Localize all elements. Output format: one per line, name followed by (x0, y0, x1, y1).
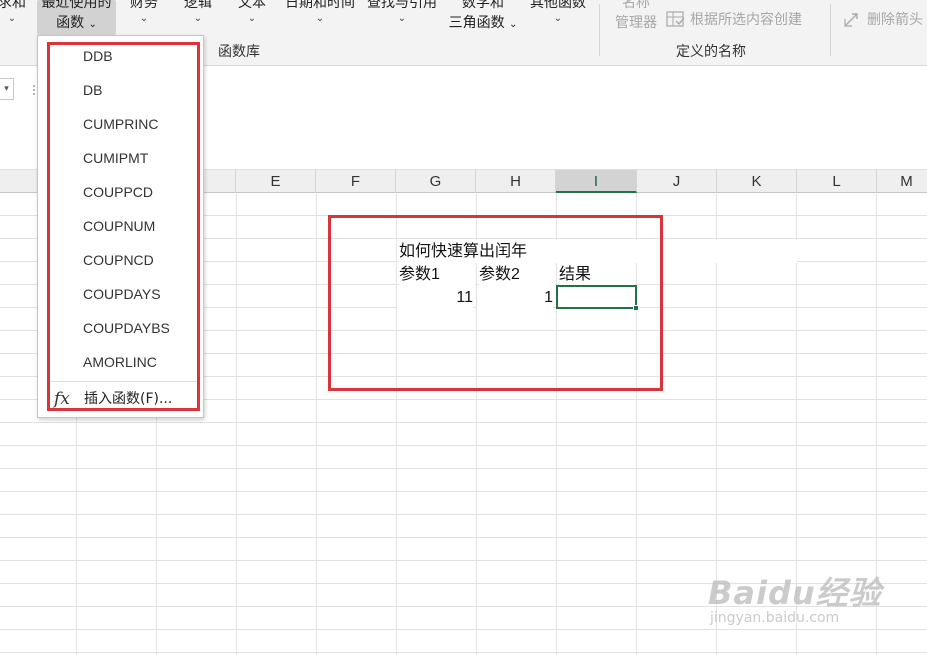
math-trig-button[interactable]: 数学和 三角函数 ⌄ (446, 0, 520, 35)
baidu-jingyan-watermark: Baidu经验 jingyan.baidu.com (708, 568, 882, 626)
financial-button[interactable]: 财务 ⌄ (124, 0, 164, 25)
math-line2: 三角函数 ⌄ (448, 15, 518, 31)
column-header-f[interactable]: F (316, 170, 396, 193)
group-divider (599, 4, 600, 56)
column-header-e[interactable]: E (236, 170, 316, 193)
more-functions-button[interactable]: 其他函数 ⌄ (525, 0, 591, 25)
column-header-k[interactable]: K (717, 170, 797, 193)
lookup-reference-button[interactable]: 查找与引用 ⌄ (363, 0, 441, 25)
logical-button[interactable]: 逻辑 ⌄ (178, 0, 218, 25)
watermark-url: jingyan.baidu.com (710, 610, 840, 626)
column-header-g[interactable]: G (396, 170, 476, 193)
remove-arrows-button[interactable]: 删除箭头 (843, 9, 923, 29)
recent-functions-line2: 函数 ⌄ (56, 15, 97, 31)
annotation-box-data (328, 215, 663, 391)
datetime-button[interactable]: 日期和时间 ⌄ (282, 0, 358, 25)
create-from-selection-button[interactable]: 根据所选内容创建 (666, 9, 802, 29)
column-header-j[interactable]: J (637, 170, 717, 193)
column-header-l[interactable]: L (797, 170, 877, 193)
column-header-i[interactable]: I (556, 170, 637, 193)
text-functions-button[interactable]: 文本 ⌄ (232, 0, 272, 25)
annotation-box-dropdown (47, 42, 200, 411)
create-from-selection-icon (666, 11, 685, 27)
defined-names-group-label: 定义的名称 (676, 44, 746, 60)
name-manager-button[interactable]: 名称 管理器 (608, 0, 664, 33)
recently-used-functions-button[interactable]: 最近使用的 函数 ⌄ (37, 0, 116, 35)
name-box-dropdown-icon[interactable]: ▾ (0, 78, 14, 100)
group-divider (830, 4, 831, 56)
function-library-group-label: 函数库 (218, 44, 260, 60)
column-header-m[interactable]: M (877, 170, 927, 193)
remove-arrows-icon (844, 13, 858, 27)
autosum-button[interactable]: 求和 ⌄ (0, 0, 34, 25)
watermark-logo: Baidu经验 (708, 574, 882, 612)
column-header-h[interactable]: H (476, 170, 556, 193)
